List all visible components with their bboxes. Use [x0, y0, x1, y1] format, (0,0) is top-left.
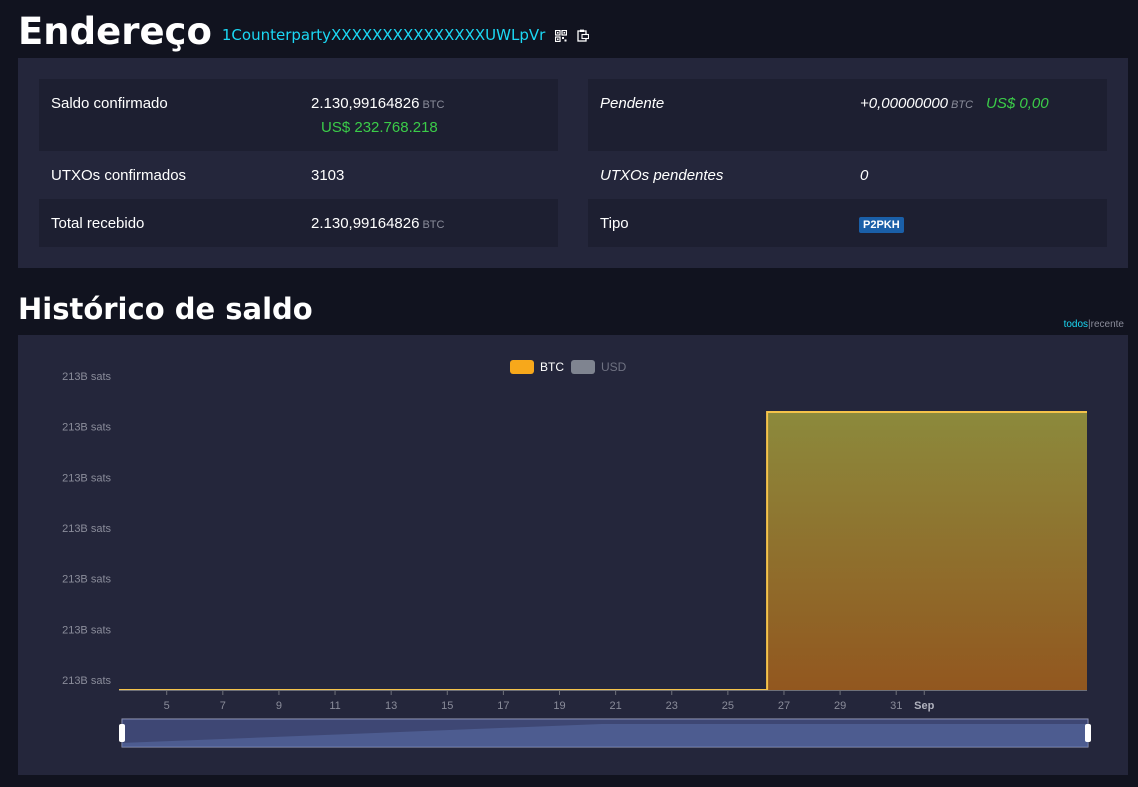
zoom-handle-left[interactable] — [119, 724, 125, 742]
pending-utxos-row: UTXOs pendentes 0 — [588, 151, 1107, 199]
series-fill-btc — [119, 412, 1087, 690]
y-tick-label: 213B sats — [62, 371, 111, 383]
total-received-value: 2.130,99164826 BTC — [311, 215, 444, 232]
y-tick-label: 213B sats — [62, 675, 111, 687]
confirmed-balance-label: Saldo confirmado — [51, 95, 168, 112]
pending-row: Pendente +0,00000000 BTC US$ 0,00 — [588, 79, 1107, 151]
y-axis: 213B sats 213B sats 213B sats 213B sats 213B… — [62, 371, 111, 687]
x-tick-label: 13 — [385, 700, 397, 712]
clipboard-copy-icon[interactable] — [577, 29, 590, 42]
confirmed-balance-unit: BTC — [422, 99, 445, 111]
x-tick-label: 29 — [834, 700, 846, 712]
confirmed-balance-value: 2.130,99164826 BTC — [311, 95, 444, 112]
pending-stats-table: Pendente +0,00000000 BTC US$ 0,00 UTXOs pe… — [588, 79, 1107, 247]
y-tick-label: 213B sats — [62, 624, 111, 636]
x-tick-label: 11 — [329, 700, 340, 712]
legend-label-btc[interactable]: BTC — [540, 360, 564, 374]
legend-swatch-usd[interactable] — [571, 360, 595, 374]
x-tick-label: 21 — [610, 700, 622, 712]
x-tick-label: 31 — [890, 700, 902, 712]
data-zoom-slider[interactable] — [119, 718, 1091, 748]
x-tick-label: 19 — [553, 700, 565, 712]
zoom-selected-range[interactable] — [122, 719, 1088, 747]
pending-amount: +0,00000000 — [860, 95, 949, 112]
x-tick-label: 15 — [441, 700, 453, 712]
x-tick-label: 9 — [276, 700, 282, 712]
address-text[interactable]: 1CounterpartyXXXXXXXXXXXXXXXUWLpVr — [222, 26, 545, 44]
legend-swatch-btc[interactable] — [510, 360, 534, 374]
x-tick-label: 25 — [722, 700, 734, 712]
pending-unit: BTC — [951, 99, 974, 111]
address-details-panel: Saldo confirmado 2.130,99164826 BTC US$ 2… — [18, 58, 1128, 268]
chart-canvas: BTC USD 213B sats213B sats213B sats213B s… — [62, 360, 1091, 748]
type-label: Tipo — [600, 215, 629, 232]
legend-label-usd[interactable]: USD — [601, 360, 627, 374]
x-tick-label: 23 — [666, 700, 678, 712]
x-tick-label: 27 — [778, 700, 790, 712]
y-tick-label: 213B sats — [62, 422, 111, 434]
type-row: Tipo P2PKH — [588, 199, 1107, 247]
confirmed-balance-fiat: US$ 232.768.218 — [321, 119, 438, 136]
total-received-amount: 2.130,99164826 — [311, 215, 420, 232]
qr-code-icon[interactable] — [555, 29, 568, 42]
zoom-handle-right[interactable] — [1085, 724, 1091, 742]
y-tick-label: 213B sats — [62, 472, 111, 484]
range-all-link[interactable]: todos — [1064, 319, 1088, 330]
y-tick-label: 213B sats — [62, 523, 111, 535]
page-header: Endereço 1CounterpartyXXXXXXXXXXXXXXXUWL… — [18, 8, 590, 54]
confirmed-balance-row: Saldo confirmado 2.130,99164826 BTC US$ 2… — [39, 79, 558, 151]
confirmed-stats-table: Saldo confirmado 2.130,99164826 BTC US$ 2… — [39, 79, 558, 247]
address-type-badge: P2PKH — [859, 217, 904, 233]
confirmed-balance-amount: 2.130,99164826 — [311, 95, 420, 112]
pending-utxos-label: UTXOs pendentes — [600, 167, 724, 184]
balance-history-chart: BTC USD 213B sats 213B sats 213B sats 213B s… — [18, 335, 1128, 775]
x-tick-label: 17 — [497, 700, 509, 712]
chart-legend: BTC USD — [510, 360, 627, 374]
y-tick-label: 213B sats — [62, 574, 111, 586]
total-received-row: Total recebido 2.130,99164826 BTC — [39, 199, 558, 247]
range-toggle: todos|recente — [1064, 319, 1124, 330]
page-title: Endereço — [18, 9, 212, 53]
type-value-wrapper: P2PKH — [859, 215, 904, 233]
pending-label: Pendente — [600, 95, 665, 112]
range-recent-link[interactable]: recente — [1091, 319, 1124, 330]
confirmed-utxos-value: 3103 — [311, 167, 345, 184]
series-area — [119, 411, 1087, 691]
total-received-unit: BTC — [422, 219, 445, 231]
pending-value: +0,00000000 BTC US$ 0,00 — [860, 95, 1049, 112]
balance-history-title: Histórico de saldo — [18, 292, 313, 326]
x-tick-label: Sep — [914, 700, 934, 712]
confirmed-utxos-label: UTXOs confirmados — [51, 167, 187, 184]
x-axis: 5 7 9 11 13 15 17 19 21 23 25 27 29 31 Sep — [119, 690, 1087, 712]
x-tick-label: 7 — [220, 700, 226, 712]
pending-utxos-value: 0 — [860, 167, 869, 184]
confirmed-utxos-row: UTXOs confirmados 3103 — [39, 151, 558, 199]
total-received-label: Total recebido — [51, 215, 145, 232]
x-tick-label: 5 — [164, 700, 170, 712]
pending-fiat: US$ 0,00 — [986, 95, 1049, 112]
